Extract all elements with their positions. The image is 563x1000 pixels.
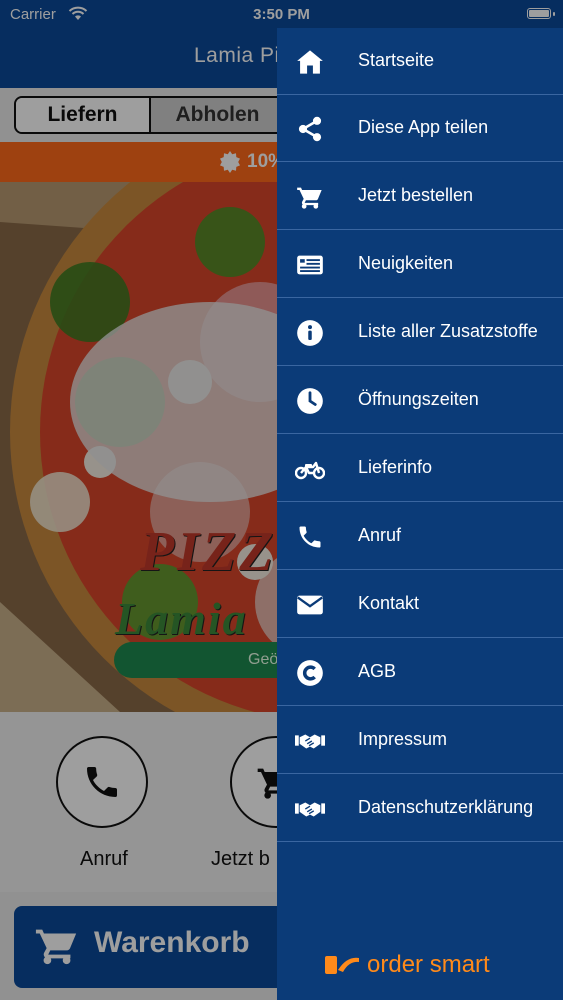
cart-icon bbox=[297, 187, 322, 209]
menu-label: Startseite bbox=[358, 50, 435, 70]
brand-logo: order smart bbox=[325, 950, 490, 980]
menu-label: Liste aller Zusatzstoffe bbox=[358, 321, 538, 341]
menu-label: Öffnungszeiten bbox=[358, 389, 479, 409]
mail-icon bbox=[297, 595, 323, 615]
menu-label: Anruf bbox=[358, 525, 402, 545]
order-smart-logo-icon bbox=[325, 956, 359, 974]
news-icon bbox=[297, 255, 323, 275]
home-icon bbox=[297, 50, 323, 74]
menu-item-startseite[interactable]: Startseite bbox=[277, 28, 563, 95]
menu-item-call[interactable]: Anruf bbox=[277, 503, 563, 570]
menu-item-news[interactable]: Neuigkeiten bbox=[277, 231, 563, 298]
copyright-icon bbox=[297, 660, 323, 686]
clock-icon bbox=[297, 388, 323, 414]
menu-label: Lieferinfo bbox=[358, 457, 433, 477]
menu-item-delivery-info[interactable]: Lieferinfo bbox=[277, 435, 563, 502]
menu-item-opening-hours[interactable]: Öffnungszeiten bbox=[277, 367, 563, 434]
menu-label: Neuigkeiten bbox=[358, 253, 454, 273]
motorcycle-icon bbox=[295, 461, 325, 480]
menu-item-contact[interactable]: Kontakt bbox=[277, 571, 563, 638]
handshake-icon bbox=[295, 734, 325, 749]
menu-label: Impressum bbox=[358, 729, 448, 749]
menu-item-order[interactable]: Jetzt bestellen bbox=[277, 163, 563, 230]
side-menu: Startseite Diese App teilen Jetzt bestel… bbox=[277, 28, 563, 1000]
menu-label: Datenschutzerklärung bbox=[358, 797, 534, 817]
menu-label: Jetzt bestellen bbox=[358, 185, 474, 205]
phone-icon bbox=[299, 526, 321, 548]
menu-item-additives[interactable]: Liste aller Zusatzstoffe bbox=[277, 299, 563, 366]
menu-label: AGB bbox=[358, 661, 397, 681]
handshake-icon bbox=[295, 802, 325, 817]
app-screen: Carrier 3:50 PM Lamia Pi Liefern Abholen… bbox=[0, 0, 563, 1000]
share-icon bbox=[298, 116, 322, 142]
menu-item-agb[interactable]: AGB bbox=[277, 639, 563, 706]
menu-label: Diese App teilen bbox=[358, 117, 489, 137]
menu-label: Kontakt bbox=[358, 593, 420, 613]
brand-name: order smart bbox=[367, 951, 490, 978]
info-icon bbox=[297, 320, 323, 346]
menu-item-share[interactable]: Diese App teilen bbox=[277, 95, 563, 162]
menu-item-impressum[interactable]: Impressum bbox=[277, 707, 563, 774]
menu-item-privacy[interactable]: Datenschutzerklärung bbox=[277, 775, 563, 842]
